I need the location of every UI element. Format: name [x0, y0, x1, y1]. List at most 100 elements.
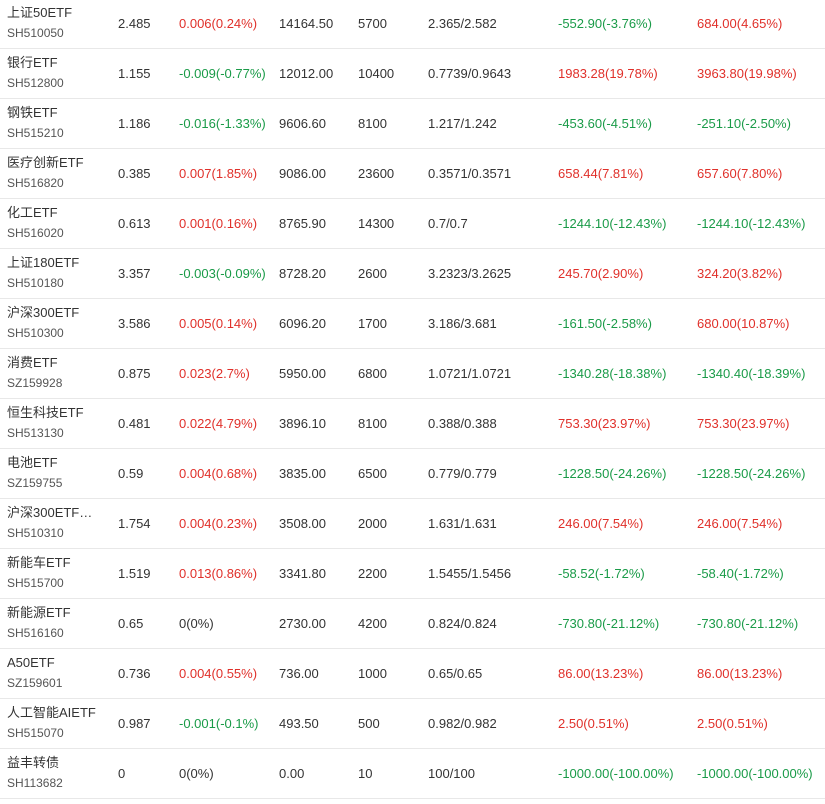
- total-profit-loss: 2.50(0.51%): [697, 716, 768, 731]
- table-row[interactable]: 银行ETF SH512800 1.155 -0.009(-0.77%) 12012.00…: [0, 49, 825, 99]
- current-price: 1.519: [118, 566, 151, 581]
- security-cell[interactable]: 新能源ETF SH516160: [7, 604, 107, 642]
- security-cell[interactable]: A50ETF SZ159601: [7, 654, 107, 692]
- cost-price: 0.779/0.779: [428, 466, 497, 481]
- market-value: 6096.20: [279, 316, 326, 331]
- security-name[interactable]: 恒生科技ETF: [7, 404, 105, 422]
- cost-price: 1.5455/1.5456: [428, 566, 512, 581]
- table-row[interactable]: 上证180ETF SH510180 3.357 -0.003(-0.09%) 8728.…: [0, 249, 825, 299]
- security-name[interactable]: 消费ETF: [7, 354, 105, 372]
- security-code: SH513130: [7, 426, 64, 440]
- holding-quantity: 6800: [358, 366, 387, 381]
- table-row[interactable]: 化工ETF SH516020 0.613 0.001(0.16%) 8765.90 143…: [0, 199, 825, 249]
- security-name[interactable]: 化工ETF: [7, 204, 105, 222]
- market-value: 3508.00: [279, 516, 326, 531]
- current-price: 0.875: [118, 366, 151, 381]
- total-profit-loss: 753.30(23.97%): [697, 416, 790, 431]
- security-cell[interactable]: 益丰转债 SH113682: [7, 754, 107, 792]
- table-row[interactable]: 人工智能AIETF SH515070 0.987 -0.001(-0.1%) 493.5…: [0, 699, 825, 749]
- security-code: SZ159601: [7, 676, 63, 690]
- security-cell[interactable]: 恒生科技ETF SH513130: [7, 404, 107, 442]
- security-code: SH515210: [7, 126, 64, 140]
- security-cell[interactable]: 上证50ETF SH510050: [7, 4, 107, 42]
- table-row[interactable]: 恒生科技ETF SH513130 0.481 0.022(4.79%) 3896.10 8…: [0, 399, 825, 449]
- table-row[interactable]: 钢铁ETF SH515210 1.186 -0.016(-1.33%) 9606.60 8…: [0, 99, 825, 149]
- price-change: -0.016(-1.33%): [179, 116, 266, 131]
- total-profit-loss: -1340.40(-18.39%): [697, 366, 806, 381]
- holding-quantity: 5700: [358, 16, 387, 31]
- security-cell[interactable]: 沪深300ETF… SH510310: [7, 504, 107, 542]
- position-profit-loss: -552.90(-3.76%): [558, 16, 652, 31]
- position-profit-loss: 245.70(2.90%): [558, 266, 644, 281]
- position-profit-loss: -453.60(-4.51%): [558, 116, 652, 131]
- holding-quantity: 14300: [358, 216, 395, 231]
- cost-price: 0.7/0.7: [428, 216, 468, 231]
- total-profit-loss: -58.40(-1.72%): [697, 566, 784, 581]
- holding-quantity: 8100: [358, 416, 387, 431]
- total-profit-loss: -251.10(-2.50%): [697, 116, 791, 131]
- security-cell[interactable]: 新能车ETF SH515700: [7, 554, 107, 592]
- market-value: 3896.10: [279, 416, 326, 431]
- cost-price: 0.824/0.824: [428, 616, 497, 631]
- table-row[interactable]: 医疗创新ETF SH516820 0.385 0.007(1.85%) 9086.00 2…: [0, 149, 825, 199]
- table-row[interactable]: 新能源ETF SH516160 0.65 0(0%) 2730.00 4200 0.824/…: [0, 599, 825, 649]
- security-name[interactable]: 医疗创新ETF: [7, 154, 105, 172]
- table-row[interactable]: 益丰转债 SH113682 0 0(0%) 0.00 10 100/100 -1000.00(…: [0, 749, 825, 799]
- security-name[interactable]: 新能车ETF: [7, 554, 105, 572]
- security-name[interactable]: 新能源ETF: [7, 604, 105, 622]
- security-cell[interactable]: 电池ETF SZ159755: [7, 454, 107, 492]
- security-name[interactable]: 人工智能AIETF: [7, 704, 105, 722]
- current-price: 0.65: [118, 616, 144, 631]
- cost-price: 0.7739/0.9643: [428, 66, 512, 81]
- holding-quantity: 1700: [358, 316, 387, 331]
- price-change: 0.004(0.55%): [179, 666, 258, 681]
- security-name[interactable]: 沪深300ETF…: [7, 504, 105, 522]
- security-cell[interactable]: 化工ETF SH516020: [7, 204, 107, 242]
- position-profit-loss: 2.50(0.51%): [558, 716, 629, 731]
- total-profit-loss: 3963.80(19.98%): [697, 66, 797, 81]
- holding-quantity: 500: [358, 716, 380, 731]
- security-name[interactable]: 上证180ETF: [7, 254, 105, 272]
- table-row[interactable]: 电池ETF SZ159755 0.59 0.004(0.68%) 3835.00 6500…: [0, 449, 825, 499]
- security-cell[interactable]: 银行ETF SH512800: [7, 54, 107, 92]
- holdings-table: 上证50ETF SH510050 2.485 0.006(0.24%) 14164.50…: [0, 0, 825, 799]
- table-row[interactable]: 新能车ETF SH515700 1.519 0.013(0.86%) 3341.80 22…: [0, 549, 825, 599]
- security-name[interactable]: 益丰转债: [7, 754, 105, 772]
- position-profit-loss: -1000.00(-100.00%): [558, 766, 674, 781]
- security-cell[interactable]: 消费ETF SZ159928: [7, 354, 107, 392]
- security-cell[interactable]: 上证180ETF SH510180: [7, 254, 107, 292]
- cost-price: 100/100: [428, 766, 475, 781]
- security-name[interactable]: 钢铁ETF: [7, 104, 105, 122]
- table-row[interactable]: A50ETF SZ159601 0.736 0.004(0.55%) 736.00 100…: [0, 649, 825, 699]
- holding-quantity: 6500: [358, 466, 387, 481]
- market-value: 12012.00: [279, 66, 334, 81]
- holding-quantity: 23600: [358, 166, 395, 181]
- security-cell[interactable]: 沪深300ETF SH510300: [7, 304, 107, 342]
- cost-price: 0.3571/0.3571: [428, 166, 512, 181]
- table-row[interactable]: 消费ETF SZ159928 0.875 0.023(2.7%) 5950.00 6800…: [0, 349, 825, 399]
- security-name[interactable]: 沪深300ETF: [7, 304, 105, 322]
- table-row[interactable]: 上证50ETF SH510050 2.485 0.006(0.24%) 14164.50…: [0, 0, 825, 49]
- security-cell[interactable]: 人工智能AIETF SH515070: [7, 704, 107, 742]
- table-row[interactable]: 沪深300ETF… SH510310 1.754 0.004(0.23%) 3508.0…: [0, 499, 825, 549]
- cost-price: 0.65/0.65: [428, 666, 483, 681]
- cost-price: 3.2323/3.2625: [428, 266, 512, 281]
- market-value: 8765.90: [279, 216, 326, 231]
- security-cell[interactable]: 钢铁ETF SH515210: [7, 104, 107, 142]
- security-cell[interactable]: 医疗创新ETF SH516820: [7, 154, 107, 192]
- security-name[interactable]: 上证50ETF: [7, 4, 105, 22]
- holding-quantity: 1000: [358, 666, 387, 681]
- table-row[interactable]: 沪深300ETF SH510300 3.586 0.005(0.14%) 6096.20…: [0, 299, 825, 349]
- total-profit-loss: 324.20(3.82%): [697, 266, 783, 281]
- holding-quantity: 10400: [358, 66, 395, 81]
- market-value: 14164.50: [279, 16, 334, 31]
- position-profit-loss: 86.00(13.23%): [558, 666, 644, 681]
- security-name[interactable]: A50ETF: [7, 654, 105, 672]
- security-name[interactable]: 电池ETF: [7, 454, 105, 472]
- market-value: 3341.80: [279, 566, 326, 581]
- market-value: 5950.00: [279, 366, 326, 381]
- security-name[interactable]: 银行ETF: [7, 54, 105, 72]
- position-profit-loss: 246.00(7.54%): [558, 516, 644, 531]
- price-change: 0.007(1.85%): [179, 166, 258, 181]
- current-price: 0.613: [118, 216, 151, 231]
